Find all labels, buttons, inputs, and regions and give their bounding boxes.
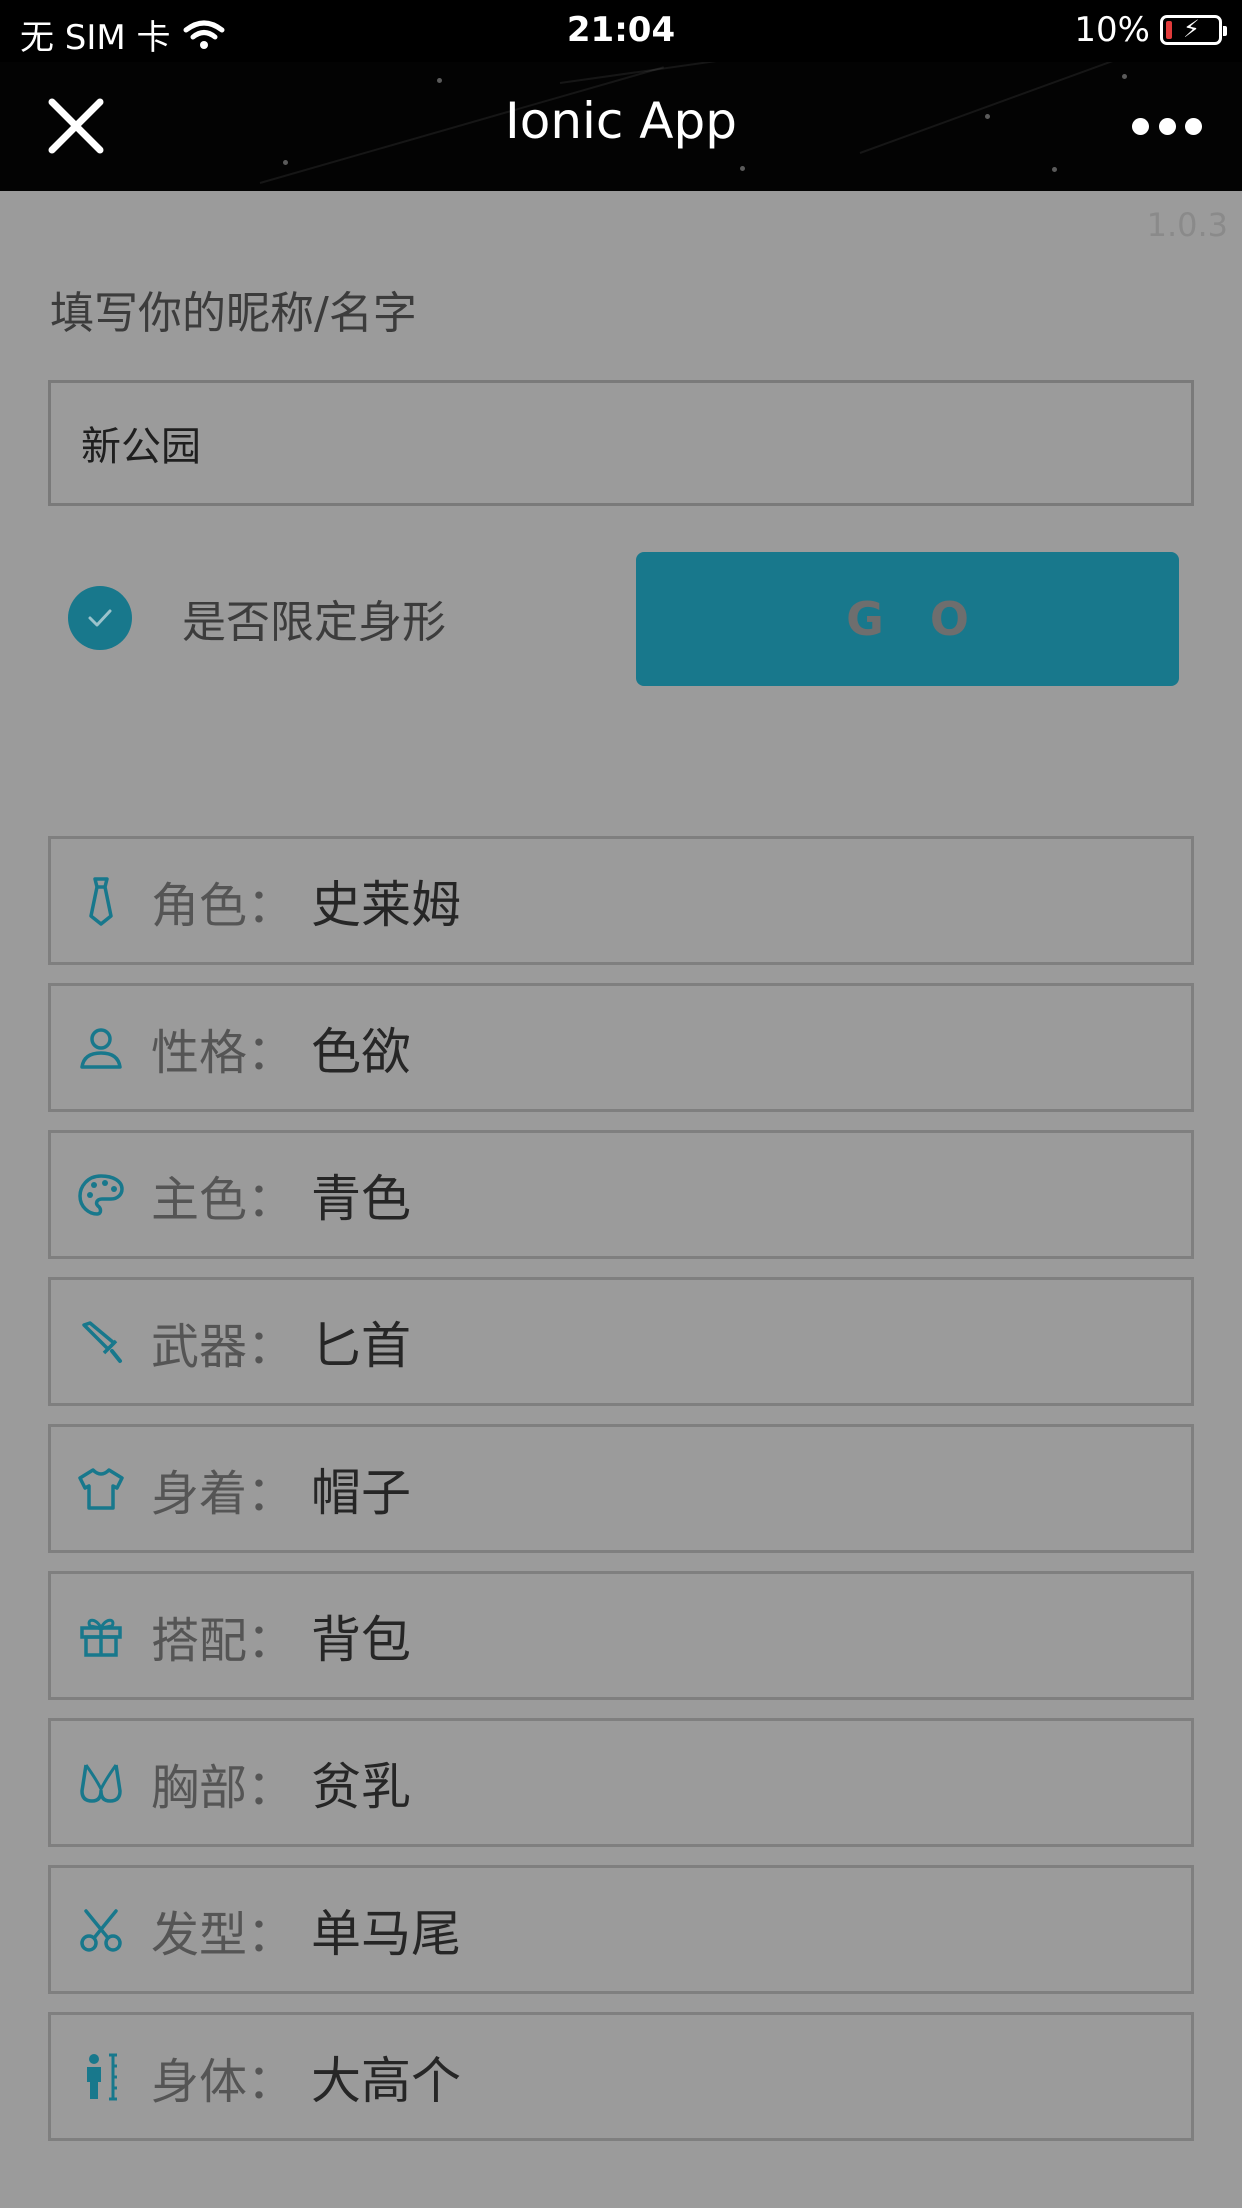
battery-icon: ⚡ xyxy=(1160,15,1227,45)
attribute-row-main-color[interactable]: 主色： 青色 xyxy=(48,1130,1194,1259)
more-options-button[interactable] xyxy=(1132,108,1202,144)
go-button[interactable]: GO xyxy=(636,552,1179,686)
palette-icon xyxy=(73,1167,129,1223)
attribute-label: 角色： xyxy=(151,877,296,934)
height-icon xyxy=(73,2049,129,2105)
attribute-value: 青色 xyxy=(311,1169,411,1228)
shirt-icon xyxy=(73,1461,129,1517)
more-dot-icon xyxy=(1185,117,1202,135)
attribute-label: 搭配： xyxy=(151,1612,296,1669)
page-title: Ionic App xyxy=(505,92,737,150)
attribute-value: 单马尾 xyxy=(311,1904,461,1963)
name-input[interactable] xyxy=(48,380,1194,506)
body-limit-label: 是否限定身形 xyxy=(182,597,446,648)
attribute-label: 性格： xyxy=(151,1024,296,1081)
attribute-value: 色欲 xyxy=(311,1022,411,1081)
attribute-label: 身体： xyxy=(151,2053,296,2110)
attribute-label: 武器： xyxy=(151,1318,296,1375)
attribute-label: 发型： xyxy=(151,1906,296,1963)
attribute-label: 身着： xyxy=(151,1465,296,1522)
attribute-label: 胸部： xyxy=(151,1759,296,1816)
attribute-value: 贫乳 xyxy=(311,1757,411,1816)
scissors-icon xyxy=(73,1902,129,1958)
attribute-row-chest[interactable]: 胸部： 贫乳 xyxy=(48,1718,1194,1847)
more-dot-icon xyxy=(1132,117,1149,135)
gift-icon xyxy=(73,1608,129,1664)
attribute-value: 帽子 xyxy=(311,1463,411,1522)
tie-icon xyxy=(73,873,129,929)
attribute-row-role[interactable]: 角色： 史莱姆 xyxy=(48,836,1194,965)
attribute-value: 大高个 xyxy=(311,2051,461,2110)
attribute-row-outfit[interactable]: 身着： 帽子 xyxy=(48,1424,1194,1553)
battery-percent: 10% xyxy=(1074,10,1150,50)
checkmark-icon xyxy=(68,586,132,650)
nav-bar: Ionic App xyxy=(0,62,1242,191)
attribute-row-body[interactable]: 身体： 大高个 xyxy=(48,2012,1194,2141)
more-dot-icon xyxy=(1158,117,1176,135)
version-label: 1.0.3 xyxy=(1146,206,1228,244)
person-icon xyxy=(73,1020,129,1076)
body-limit-checkbox[interactable]: 是否限定身形 xyxy=(68,586,446,650)
attribute-value: 史莱姆 xyxy=(311,875,461,934)
bra-icon xyxy=(73,1755,129,1811)
status-time: 21:04 xyxy=(566,10,676,50)
attribute-value: 背包 xyxy=(311,1610,411,1669)
attribute-row-weapon[interactable]: 武器： 匕首 xyxy=(48,1277,1194,1406)
attribute-row-accessory[interactable]: 搭配： 背包 xyxy=(48,1571,1194,1700)
attribute-value: 匕首 xyxy=(311,1316,411,1375)
attribute-row-personality[interactable]: 性格： 色欲 xyxy=(48,983,1194,1112)
dagger-icon xyxy=(73,1314,129,1370)
status-bar: 无 SIM 卡 21:04 10% ⚡ xyxy=(0,0,1242,62)
attribute-row-hairstyle[interactable]: 发型： 单马尾 xyxy=(48,1865,1194,1994)
status-right: 10% ⚡ xyxy=(1074,10,1227,50)
name-prompt: 填写你的昵称/名字 xyxy=(50,288,417,339)
attribute-label: 主色： xyxy=(151,1171,296,1228)
